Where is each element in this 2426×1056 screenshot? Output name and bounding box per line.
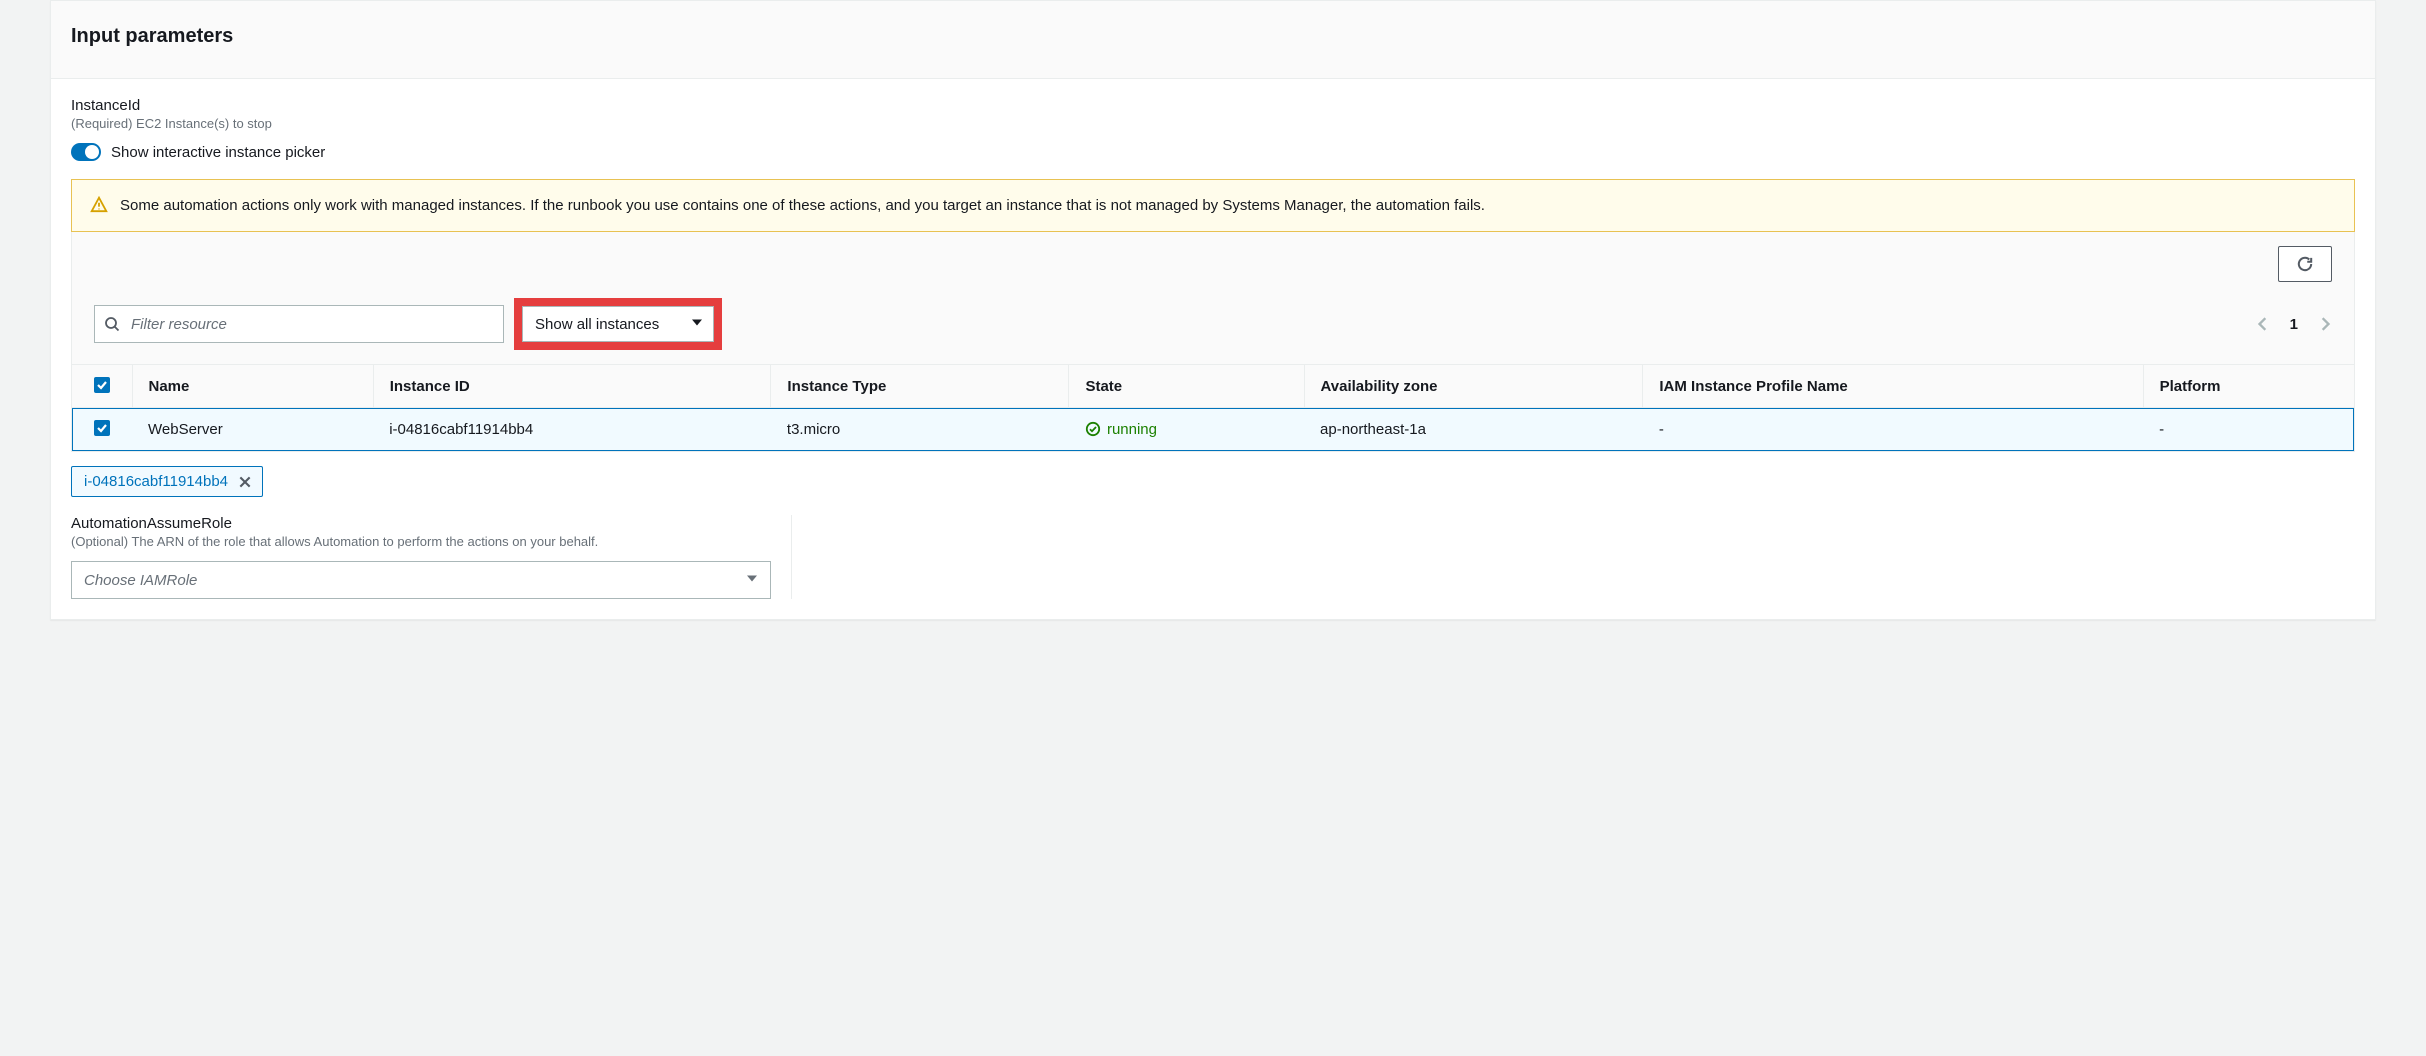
chevron-left-icon <box>2256 317 2270 331</box>
selected-instance-token: i-04816cabf11914bb4 <box>71 466 263 497</box>
assume-role-desc: (Optional) The ARN of the role that allo… <box>71 534 771 549</box>
managed-instance-warning: Some automation actions only work with m… <box>71 179 2355 232</box>
search-icon <box>104 316 120 332</box>
assume-role-label: AutomationAssumeRole <box>71 515 771 532</box>
assume-role-field: AutomationAssumeRole (Optional) The ARN … <box>71 515 792 599</box>
select-all-checkbox[interactable] <box>94 377 110 393</box>
filter-resource-input[interactable] <box>94 305 504 343</box>
refresh-icon <box>2296 255 2314 273</box>
warning-text: Some automation actions only work with m… <box>120 194 1485 217</box>
cell-platform: - <box>2143 408 2354 451</box>
instance-scope-label: Show all instances <box>535 316 659 333</box>
instanceid-field: InstanceId (Required) EC2 Instance(s) to… <box>71 97 2355 515</box>
instance-scope-select[interactable]: Show all instances <box>522 306 714 342</box>
instance-table: Name Instance ID Instance Type State Ava… <box>72 364 2354 451</box>
table-row[interactable]: WebServer i-04816cabf11914bb4 t3.micro <box>72 408 2354 451</box>
section-title: Input parameters <box>71 25 2355 48</box>
col-iam: IAM Instance Profile Name <box>1643 365 2143 408</box>
page-next[interactable] <box>2318 317 2332 331</box>
cell-iam: - <box>1643 408 2143 451</box>
instanceid-desc: (Required) EC2 Instance(s) to stop <box>71 116 2355 131</box>
remove-token-button[interactable] <box>238 475 252 489</box>
col-instance-id: Instance ID <box>373 365 771 408</box>
selected-instance-token-label: i-04816cabf11914bb4 <box>84 473 228 490</box>
show-picker-toggle[interactable] <box>71 143 101 161</box>
assume-role-select[interactable]: Choose IAMRole <box>71 561 771 599</box>
col-az: Availability zone <box>1304 365 1643 408</box>
status-ok-icon <box>1085 421 1101 437</box>
cell-name: WebServer <box>132 408 373 451</box>
instanceid-label: InstanceId <box>71 97 2355 114</box>
page-prev[interactable] <box>2256 317 2270 331</box>
page-number: 1 <box>2290 316 2298 333</box>
refresh-button[interactable] <box>2278 246 2332 282</box>
row-checkbox[interactable] <box>94 420 110 436</box>
caret-down-icon <box>691 316 703 333</box>
close-icon <box>238 475 252 489</box>
show-picker-toggle-label: Show interactive instance picker <box>111 144 325 161</box>
cell-az: ap-northeast-1a <box>1304 408 1643 451</box>
cell-state: running <box>1069 408 1304 451</box>
cell-instance-type: t3.micro <box>771 408 1069 451</box>
cell-instance-id: i-04816cabf11914bb4 <box>373 408 771 451</box>
chevron-right-icon <box>2318 317 2332 331</box>
caret-down-icon <box>746 572 758 589</box>
instance-picker: Show all instances 1 <box>71 232 2355 452</box>
assume-role-placeholder: Choose IAMRole <box>84 572 197 589</box>
filter-resource-search[interactable] <box>94 305 504 343</box>
col-instance-type: Instance Type <box>771 365 1069 408</box>
col-name: Name <box>132 365 373 408</box>
cell-state-text: running <box>1107 421 1157 438</box>
col-state: State <box>1069 365 1304 408</box>
col-platform: Platform <box>2143 365 2354 408</box>
warning-icon <box>90 196 108 217</box>
pagination: 1 <box>2256 316 2332 333</box>
